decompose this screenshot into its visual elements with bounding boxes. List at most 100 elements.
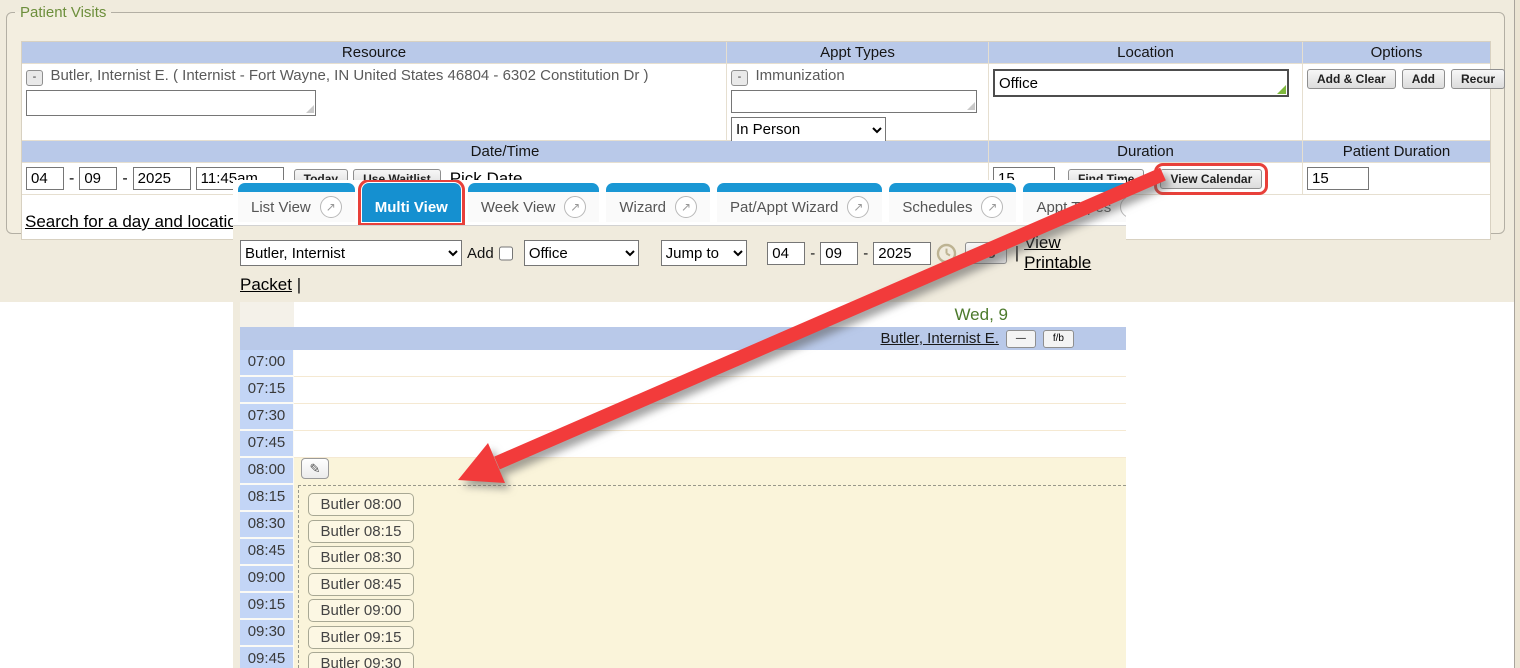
- window-edge: [1514, 0, 1520, 668]
- cal-day-input[interactable]: [820, 242, 858, 265]
- tab-multi-view[interactable]: Multi View: [362, 183, 461, 222]
- appointment-button[interactable]: Butler 08:00: [308, 493, 414, 516]
- time-label: 09:30: [240, 620, 294, 647]
- multiview-controls: Butler, Internist Add Office Jump to - -: [233, 226, 1126, 295]
- clock-icon[interactable]: [936, 243, 957, 264]
- patient-duration-header: Patient Duration: [1303, 141, 1490, 163]
- date-separator: -: [863, 245, 868, 262]
- tab-schedules[interactable]: Schedules ↗: [889, 183, 1016, 222]
- patient-duration-input[interactable]: [1307, 167, 1369, 190]
- view-tabbar: List View ↗ Multi View Week View ↗ Wizar…: [233, 180, 1126, 226]
- tab-list-view[interactable]: List View ↗: [238, 183, 355, 222]
- time-label: 08:15: [240, 485, 294, 512]
- popout-icon[interactable]: ↗: [847, 196, 869, 218]
- resource-cell: - Butler, Internist E. ( Internist - For…: [22, 64, 727, 141]
- time-label: 08:45: [240, 539, 294, 566]
- time-label: 09:15: [240, 593, 294, 620]
- provider-link[interactable]: Butler, Internist E.: [880, 330, 998, 347]
- appt-types-cell: - Immunization In Person: [727, 64, 989, 141]
- patient-visits-page: Patient Visits Resource Appt Types Locat…: [0, 0, 1520, 668]
- time-label: 07:00: [240, 350, 294, 377]
- add-checkbox[interactable]: [499, 246, 513, 261]
- popout-icon[interactable]: ↗: [675, 196, 697, 218]
- view-printable-packet-link[interactable]: Packet: [240, 275, 292, 294]
- patient-duration-cell: [1303, 163, 1490, 195]
- popout-icon[interactable]: ↗: [1120, 196, 1126, 218]
- tab-pat-appt-wizard[interactable]: Pat/Appt Wizard ↗: [717, 183, 882, 222]
- view-printable-packet-link[interactable]: View Printable: [1024, 233, 1126, 273]
- location-select[interactable]: Office: [524, 240, 639, 266]
- tab-appt-types[interactable]: Appt Types ↗: [1023, 183, 1126, 222]
- datetime-header: Date/Time: [22, 141, 989, 163]
- fieldset-legend: Patient Visits: [15, 4, 111, 21]
- appt-types-header: Appt Types: [727, 42, 989, 64]
- time-label: 09:00: [240, 566, 294, 593]
- time-row: 07:00: [240, 350, 1126, 377]
- slot-cell[interactable]: [294, 350, 1126, 377]
- view-calendar-button[interactable]: View Calendar: [1160, 169, 1262, 189]
- time-label: 07:30: [240, 404, 294, 431]
- slot-cell[interactable]: [294, 404, 1126, 431]
- options-header: Options: [1303, 42, 1490, 64]
- time-row: 08:00: [240, 458, 1126, 485]
- date-separator: -: [810, 245, 815, 262]
- gutter-header: [240, 327, 294, 350]
- day-header-row: Wed, 9: [240, 302, 1126, 327]
- duration-header: Duration: [989, 141, 1303, 163]
- separator-pipe: |: [297, 275, 301, 294]
- add-and-clear-button[interactable]: Add & Clear: [1307, 69, 1396, 89]
- popout-icon[interactable]: ↗: [564, 196, 586, 218]
- recur-button[interactable]: Recur: [1451, 69, 1505, 89]
- location-header: Location: [989, 42, 1303, 64]
- time-row: 07:15: [240, 377, 1126, 404]
- time-label: 07:15: [240, 377, 294, 404]
- appointment-button[interactable]: Butler 09:30: [308, 652, 414, 668]
- content-row-1: - Butler, Internist E. ( Internist - For…: [22, 64, 1490, 141]
- cal-year-input[interactable]: [873, 242, 931, 265]
- appointment-button[interactable]: Butler 09:15: [308, 626, 414, 649]
- slot-cell[interactable]: [294, 458, 1126, 485]
- visit-mode-select[interactable]: In Person: [731, 117, 886, 143]
- popout-icon[interactable]: ↗: [320, 196, 342, 218]
- resource-search-input[interactable]: [26, 90, 316, 116]
- time-label: 08:00: [240, 458, 294, 485]
- appointment-button[interactable]: Butler 08:30: [308, 546, 414, 569]
- add-button[interactable]: Add: [1402, 69, 1445, 89]
- popout-icon[interactable]: ↗: [981, 196, 1003, 218]
- year-input[interactable]: [133, 167, 191, 190]
- resource-select[interactable]: Butler, Internist: [240, 240, 462, 266]
- tab-wizard[interactable]: Wizard ↗: [606, 183, 710, 222]
- remove-resource-button[interactable]: -: [26, 70, 43, 86]
- time-row: 07:30: [240, 404, 1126, 431]
- jump-to-select[interactable]: Jump to: [661, 240, 748, 266]
- time-label: 09:45: [240, 647, 294, 668]
- cal-month-input[interactable]: [767, 242, 805, 265]
- time-row: 07:45: [240, 431, 1126, 458]
- slot-cell[interactable]: [294, 377, 1126, 404]
- appointment-button[interactable]: Butler 09:00: [308, 599, 414, 622]
- gutter-corner: [240, 302, 294, 327]
- edit-slot-icon[interactable]: ✎: [301, 458, 329, 479]
- month-input[interactable]: [26, 167, 64, 190]
- time-label: 08:30: [240, 512, 294, 539]
- selected-resource-text: Butler, Internist E. ( Internist - Fort …: [50, 67, 648, 84]
- search-day-location-link[interactable]: Search for a day and location: [25, 212, 246, 232]
- resource-header: Resource: [22, 42, 727, 64]
- slot-cell[interactable]: [294, 431, 1126, 458]
- collapse-column-button[interactable]: —: [1006, 330, 1036, 348]
- day-input[interactable]: [79, 167, 117, 190]
- day-header: Wed, 9: [294, 302, 1126, 327]
- tab-week-view[interactable]: Week View ↗: [468, 183, 599, 222]
- appt-type-search-input[interactable]: [731, 90, 977, 113]
- go-button[interactable]: Go: [965, 242, 1006, 264]
- header-row-2: Date/Time Duration Patient Duration: [22, 141, 1490, 163]
- fb-button[interactable]: f/b: [1043, 330, 1074, 348]
- appointment-button[interactable]: Butler 08:15: [308, 520, 414, 543]
- appointment-button[interactable]: Butler 08:45: [308, 573, 414, 596]
- separator-pipe: |: [1015, 243, 1019, 263]
- provider-header-row: Butler, Internist E. — f/b: [240, 327, 1126, 350]
- date-separator: -: [122, 170, 127, 188]
- date-separator: -: [69, 170, 74, 188]
- remove-appt-type-button[interactable]: -: [731, 70, 748, 86]
- location-input[interactable]: [993, 69, 1289, 97]
